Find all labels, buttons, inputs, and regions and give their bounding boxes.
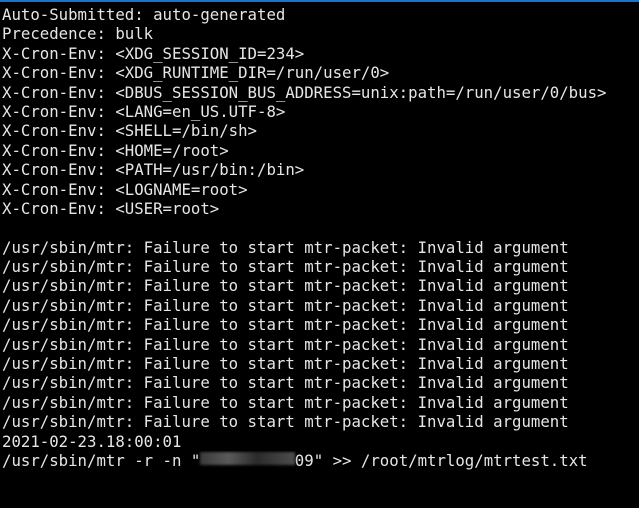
- error-line: /usr/sbin/mtr: Failure to start mtr-pack…: [2, 354, 569, 374]
- error-line: /usr/sbin/mtr: Failure to start mtr-pack…: [2, 373, 569, 393]
- header-line: X-Cron-Env: <HOME=/root>: [2, 140, 229, 160]
- terminal-window[interactable]: Auto-Submitted: auto-generated Precedence…: [0, 0, 639, 508]
- header-line: X-Cron-Env: <SHELL=/bin/sh>: [2, 121, 258, 141]
- header-line: X-Cron-Env: <XDG_SESSION_ID=234>: [2, 43, 305, 63]
- error-line: /usr/sbin/mtr: Failure to start mtr-pack…: [2, 237, 569, 257]
- error-line: /usr/sbin/mtr: Failure to start mtr-pack…: [2, 412, 569, 432]
- header-line: Auto-Submitted: auto-generated: [2, 5, 286, 24]
- error-line: /usr/sbin/mtr: Failure to start mtr-pack…: [2, 276, 569, 296]
- window-accent-bar: [0, 0, 639, 2]
- header-line: X-Cron-Env: <LOGNAME=root>: [2, 179, 248, 199]
- header-line: X-Cron-Env: <LANG=en_US.UTF-8>: [2, 101, 286, 121]
- terminal-output: Auto-Submitted: auto-generated Precedence…: [2, 5, 637, 470]
- timestamp-line: 2021-02-23.18:00:01: [2, 431, 182, 451]
- redacted-address: ██████████: [200, 451, 295, 465]
- command-prefix: /usr/sbin/mtr -r -n ": [2, 450, 201, 470]
- header-line: Precedence: bulk: [2, 24, 154, 44]
- command-redacted-tail: 09: [294, 450, 314, 470]
- mail-header-block: Auto-Submitted: auto-generated Precedence…: [2, 5, 637, 218]
- error-block: /usr/sbin/mtr: Failure to start mtr-pack…: [2, 238, 637, 432]
- error-line: /usr/sbin/mtr: Failure to start mtr-pack…: [2, 295, 569, 315]
- header-line: X-Cron-Env: <DBUS_SESSION_BUS_ADDRESS=un…: [2, 82, 607, 102]
- header-line: X-Cron-Env: <USER=root>: [2, 198, 220, 218]
- command-suffix: " >> /root/mtrlog/mtrtest.txt: [313, 450, 588, 470]
- command-line: /usr/sbin/mtr -r -n "██████████09" >> /r…: [2, 451, 637, 470]
- error-line: /usr/sbin/mtr: Failure to start mtr-pack…: [2, 315, 569, 335]
- error-line: /usr/sbin/mtr: Failure to start mtr-pack…: [2, 392, 569, 412]
- error-line: /usr/sbin/mtr: Failure to start mtr-pack…: [2, 257, 569, 277]
- error-line: /usr/sbin/mtr: Failure to start mtr-pack…: [2, 334, 569, 354]
- header-line: X-Cron-Env: <XDG_RUNTIME_DIR=/run/user/0…: [2, 63, 390, 83]
- header-line: X-Cron-Env: <PATH=/usr/bin:/bin>: [2, 160, 305, 180]
